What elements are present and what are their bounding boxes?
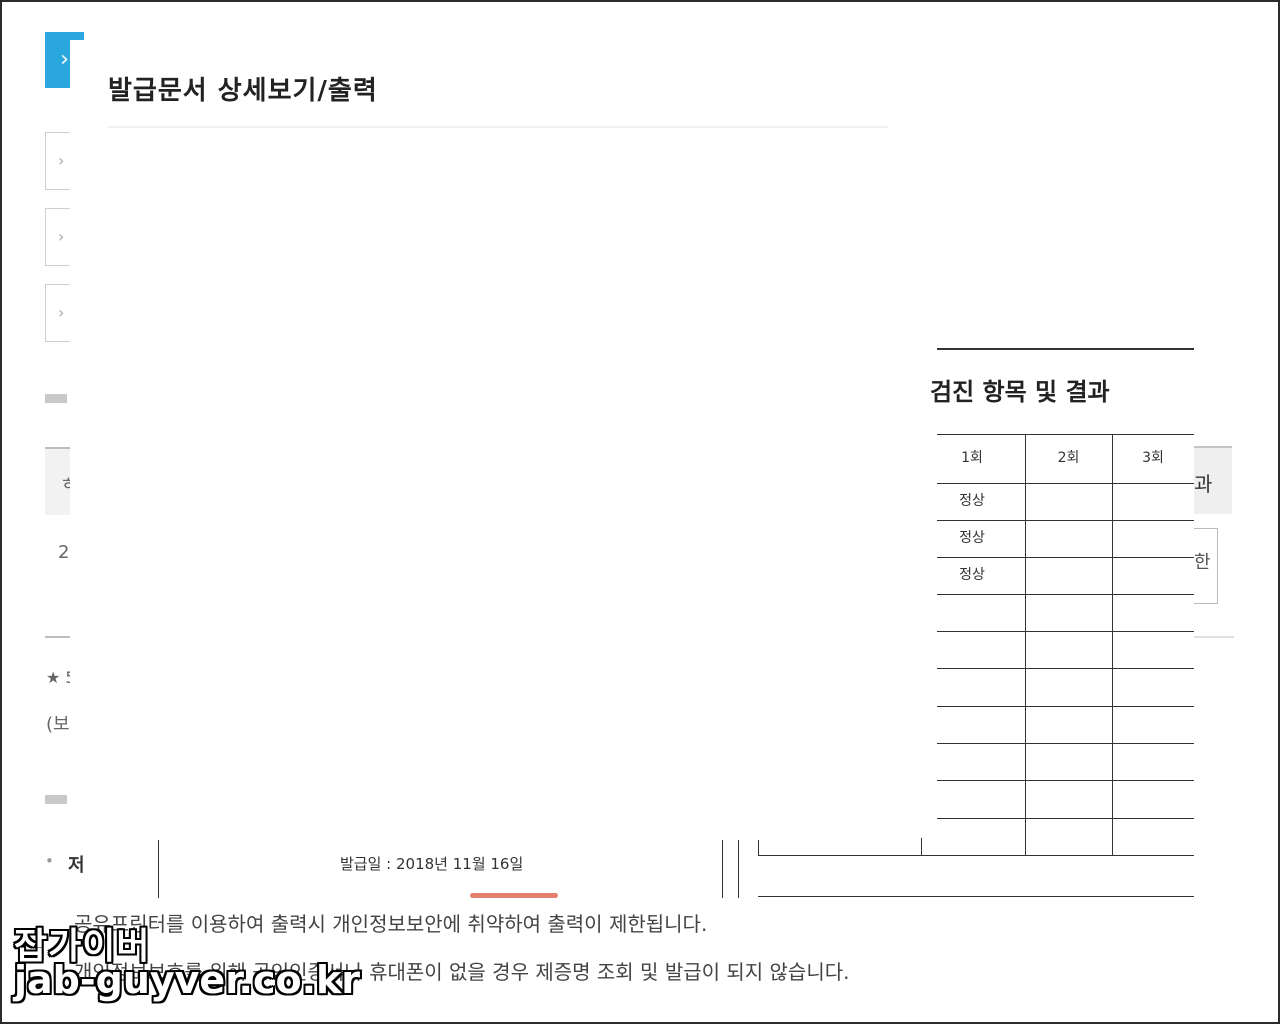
document-rule xyxy=(722,840,723,898)
chevron-right-icon: › xyxy=(58,303,65,322)
background-text-fragment: (보 xyxy=(46,714,70,735)
modal-title: 발급문서 상세보기/출력 xyxy=(108,76,378,106)
side-tab-button[interactable]: › xyxy=(45,132,71,190)
issue-date: 발급일 : 2018년 11월 16일 xyxy=(340,855,524,873)
background-text-fragment: 과 xyxy=(1194,472,1213,496)
document-rule xyxy=(937,348,1194,350)
document-rule xyxy=(758,896,1194,897)
background-text-fragment: 2 xyxy=(58,542,70,563)
document-rule xyxy=(738,840,739,898)
document-rule xyxy=(921,838,922,856)
document-rule xyxy=(758,840,759,856)
section-marker xyxy=(45,795,67,804)
document-viewer-modal xyxy=(70,40,940,840)
document-rule xyxy=(158,840,159,898)
divider xyxy=(45,636,71,638)
table-cell: 정상 xyxy=(959,493,985,509)
chevron-right-icon: › xyxy=(58,227,65,246)
highlight-underline xyxy=(470,893,558,898)
divider xyxy=(1194,636,1234,638)
section-title: 검진 항목 및 결과 xyxy=(930,378,1110,406)
table-cell: 정상 xyxy=(959,530,985,546)
bullet: • xyxy=(45,852,54,870)
document-rule xyxy=(758,855,1194,856)
table-header: 3회 xyxy=(1142,450,1164,466)
table-header: 1회 xyxy=(961,450,983,466)
section-marker xyxy=(45,394,67,403)
side-tab-button[interactable]: › xyxy=(45,284,71,342)
results-table: 1회 2회 3회 정상 정상 정상 xyxy=(937,434,1194,856)
background-text-fragment: 저 xyxy=(68,855,85,876)
table-cell: 정상 xyxy=(959,567,985,583)
notice-text: 공유프린터를 이용하여 출력시 개인정보보안에 취약하여 출력이 제한됩니다. xyxy=(74,912,708,936)
title-divider xyxy=(108,126,888,128)
chevron-right-icon: › xyxy=(60,47,69,72)
table-header: 2회 xyxy=(1057,450,1080,466)
side-tab-button[interactable]: › xyxy=(45,208,71,266)
chevron-right-icon: › xyxy=(58,151,65,170)
watermark-url: jab-guyver.co.kr xyxy=(14,958,361,1002)
background-text-fragment: 한 xyxy=(1194,552,1211,573)
